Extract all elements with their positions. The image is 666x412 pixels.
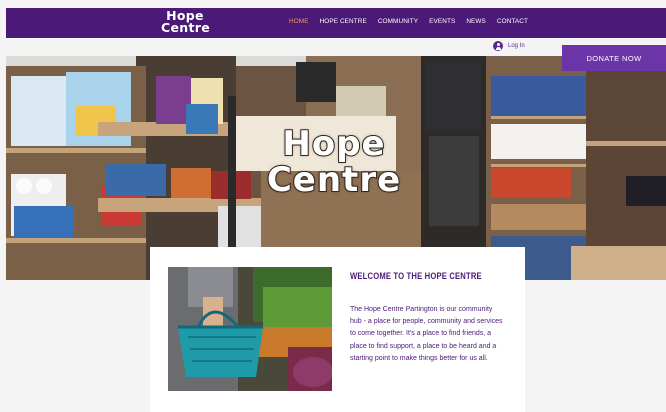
nav-item-contact[interactable]: CONTACT xyxy=(497,18,528,25)
login-label: Log In xyxy=(508,43,525,49)
header-bar: Hope Centre HOME HOPE CENTRE COMMUNITY E… xyxy=(6,8,666,38)
shopper-basket-photo xyxy=(168,267,332,391)
nav-item-events[interactable]: EVENTS xyxy=(429,18,455,25)
logo-line-2: Centre xyxy=(161,20,210,35)
nav-item-news[interactable]: NEWS xyxy=(466,18,486,25)
hero-title-line-1: Hope xyxy=(281,124,386,164)
hero-title-line-2: Centre xyxy=(266,160,402,200)
page: Hope Centre HOME HOPE CENTRE COMMUNITY E… xyxy=(0,0,666,412)
welcome-title: WELCOME TO THE HOPE CENTRE xyxy=(350,271,482,281)
nav-item-home[interactable]: HOME xyxy=(289,18,309,25)
site-logo[interactable]: Hope Centre xyxy=(161,9,210,35)
hero-title: Hope Centre xyxy=(254,124,414,200)
main-nav: HOME HOPE CENTRE COMMUNITY EVENTS NEWS C… xyxy=(289,18,528,25)
user-avatar-icon xyxy=(493,41,503,51)
nav-item-community[interactable]: COMMUNITY xyxy=(378,18,418,25)
welcome-body: The Hope Centre Partington is our commun… xyxy=(350,306,503,362)
donate-button[interactable]: DONATE NOW xyxy=(562,45,666,71)
shopper-basket-illustration xyxy=(168,267,332,391)
login-link[interactable]: Log In xyxy=(493,41,525,51)
nav-item-hope-centre[interactable]: HOPE CENTRE xyxy=(320,18,367,25)
welcome-card: WELCOME TO THE HOPE CENTRE The Hope Cent… xyxy=(150,247,525,412)
